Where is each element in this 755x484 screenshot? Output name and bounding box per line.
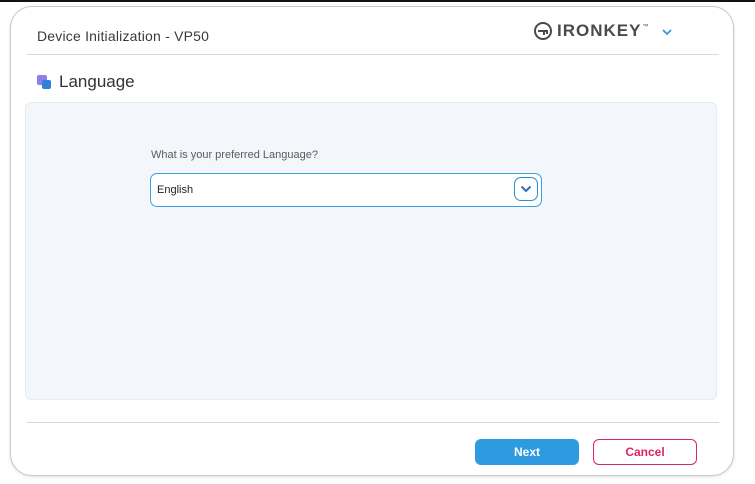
top-border-line bbox=[0, 0, 755, 2]
language-select-value: English bbox=[157, 184, 194, 196]
section-title: Language bbox=[59, 72, 135, 91]
language-panel: What is your preferred Language? English bbox=[25, 102, 717, 400]
brand-trademark: ™ bbox=[642, 24, 649, 30]
footer-divider bbox=[27, 422, 719, 423]
chevron-down-icon bbox=[520, 185, 532, 193]
next-button[interactable]: Next bbox=[475, 439, 579, 465]
section-header: Language bbox=[37, 72, 135, 92]
dialog-window: Device Initialization - VP50 IRONKEY ™ L… bbox=[10, 6, 734, 476]
language-question-label: What is your preferred Language? bbox=[151, 149, 318, 161]
language-dropdown-button[interactable] bbox=[514, 177, 538, 201]
ironkey-logo-icon bbox=[534, 22, 552, 40]
cancel-button[interactable]: Cancel bbox=[593, 439, 697, 465]
language-select[interactable]: English bbox=[150, 173, 542, 207]
window-title: Device Initialization - VP50 bbox=[37, 28, 210, 44]
header-divider bbox=[27, 54, 719, 55]
brand-menu[interactable]: IRONKEY ™ bbox=[533, 21, 673, 41]
chevron-down-icon[interactable] bbox=[662, 28, 673, 36]
language-icon bbox=[37, 75, 51, 89]
brand-name: IRONKEY bbox=[557, 21, 642, 40]
